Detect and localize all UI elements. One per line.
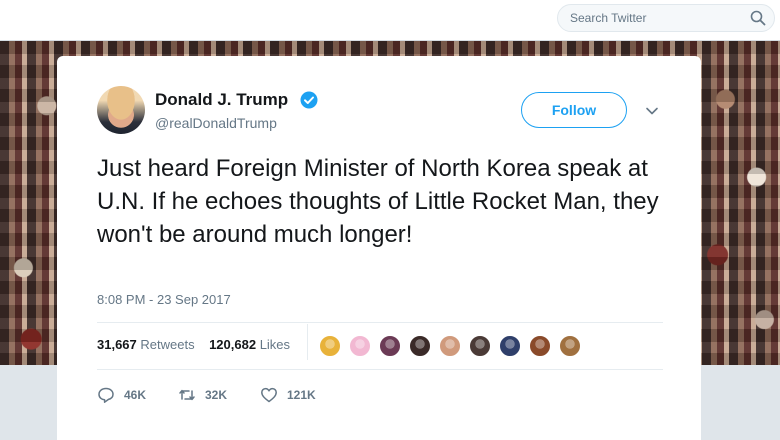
liker-avatar[interactable] xyxy=(379,335,401,357)
retweet-count-label: Retweets xyxy=(140,337,195,352)
liker-avatar[interactable] xyxy=(409,335,431,357)
divider xyxy=(97,322,663,323)
reply-icon[interactable] xyxy=(97,386,115,404)
retweet-icon[interactable] xyxy=(178,386,196,404)
search-box[interactable] xyxy=(557,4,775,32)
divider xyxy=(97,369,663,370)
verified-badge-icon xyxy=(300,91,318,109)
liker-avatar[interactable] xyxy=(349,335,371,357)
tweet-timestamp[interactable]: 8:08 PM - 23 Sep 2017 xyxy=(97,292,231,307)
search-input[interactable] xyxy=(570,5,740,31)
like-action[interactable]: 121K xyxy=(260,386,316,404)
like-count: 120,682 xyxy=(209,337,257,352)
like-stat[interactable]: 120,682 Likes xyxy=(209,337,290,352)
stats-divider xyxy=(307,324,308,360)
tweet-text: Just heard Foreign Minister of North Kor… xyxy=(97,155,659,248)
display-name[interactable]: Donald J. Trump xyxy=(155,90,288,110)
liker-avatar[interactable] xyxy=(529,335,551,357)
search-icon[interactable] xyxy=(750,10,766,26)
liker-avatar[interactable] xyxy=(559,335,581,357)
user-handle[interactable]: @realDonaldTrump xyxy=(155,115,277,131)
tweet-card: Donald J. Trump @realDonaldTrump Follow … xyxy=(57,56,701,440)
like-count-label: Likes xyxy=(259,337,291,352)
engagement-stats: 31,667 Retweets 120,682 Likes xyxy=(97,337,290,352)
retweet-action[interactable]: 32K xyxy=(178,386,227,404)
liker-avatar[interactable] xyxy=(319,335,341,357)
chevron-down-icon[interactable] xyxy=(644,103,660,119)
like-action-count: 121K xyxy=(287,388,316,402)
liker-avatar[interactable] xyxy=(469,335,491,357)
reply-action[interactable]: 46K xyxy=(97,386,146,404)
reply-count: 46K xyxy=(124,388,147,402)
top-bar xyxy=(0,0,780,41)
follow-button[interactable]: Follow xyxy=(521,92,627,128)
liker-avatar[interactable] xyxy=(439,335,461,357)
liker-avatar[interactable] xyxy=(499,335,521,357)
retweet-action-count: 32K xyxy=(205,388,228,402)
avatar[interactable] xyxy=(97,86,145,134)
retweet-count: 31,667 xyxy=(97,337,137,352)
retweet-stat[interactable]: 31,667 Retweets xyxy=(97,337,198,352)
heart-icon[interactable] xyxy=(260,386,278,404)
